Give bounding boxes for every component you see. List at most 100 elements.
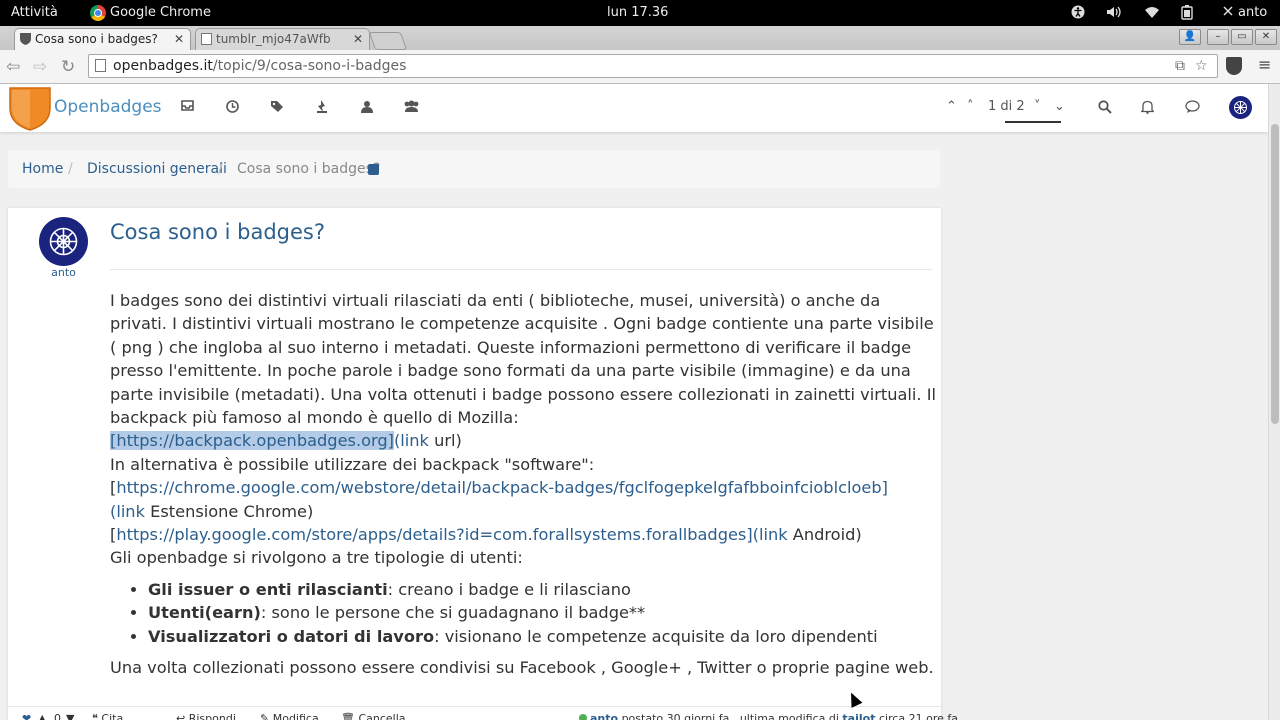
- extension-shield-icon[interactable]: [1226, 57, 1242, 75]
- new-tab-button[interactable]: [368, 32, 408, 50]
- list-item: Gli issuer o enti rilascianti: creano i …: [148, 578, 936, 601]
- popular-icon[interactable]: [314, 100, 330, 116]
- chrome-extension-link-paren[interactable]: (link: [110, 502, 145, 521]
- chrome-extension-link[interactable]: https://chrome.google.com/webstore/detai…: [116, 478, 888, 497]
- bookmark-star-icon[interactable]: ☆: [1195, 55, 1208, 77]
- post-body: I badges sono dei distintivi virtuali ri…: [110, 289, 936, 680]
- reply-label: Rispondi: [188, 712, 236, 720]
- address-bar[interactable]: openbadges.it/topic/9/cosa-sono-i-badges…: [88, 54, 1218, 78]
- user-avatar-icon[interactable]: [1229, 96, 1252, 119]
- tab-title: Cosa sono i badges?: [35, 32, 158, 46]
- meta-author-link[interactable]: anto: [590, 712, 618, 720]
- close-window-button[interactable]: ✕: [1255, 29, 1277, 45]
- breadcrumb-current: Cosa sono i badges?: [237, 161, 381, 177]
- brand-name[interactable]: Openbadges: [54, 97, 162, 117]
- user-types-list: Gli issuer o enti rilascianti: creano i …: [110, 578, 936, 648]
- pencil-icon: ✎: [260, 712, 273, 720]
- app-menu[interactable]: Google Chrome: [90, 0, 211, 26]
- breadcrumb-separator: /: [218, 161, 223, 177]
- clock[interactable]: lun 17.36: [607, 0, 668, 26]
- breadcrumb-separator: /: [68, 161, 73, 177]
- post-paragraph: I badges sono dei distintivi virtuali ri…: [110, 289, 936, 570]
- tab-inactive[interactable]: tumblr_mjo47aWfb ✕: [195, 28, 370, 50]
- minimize-window-button[interactable]: –: [1207, 29, 1229, 45]
- rss-icon[interactable]: [368, 164, 379, 175]
- profile-icon[interactable]: 👤: [1179, 29, 1201, 45]
- delete-label: Cancella: [358, 712, 406, 720]
- chrome-logo-icon: [90, 5, 106, 21]
- first-page-icon[interactable]: ⌃: [946, 99, 957, 114]
- backpack-link[interactable]: [https://backpack.openbadges.org]: [110, 431, 394, 451]
- close-tab-icon[interactable]: ✕: [353, 29, 363, 49]
- page-favicon-icon: [201, 33, 212, 45]
- scrollbar-thumb[interactable]: [1271, 124, 1279, 424]
- post-intro-text: I badges sono dei distintivi virtuali ri…: [110, 291, 936, 428]
- link-suffix: Android): [787, 525, 862, 545]
- title-divider: [110, 269, 932, 270]
- edit-button[interactable]: ✎ Modifica: [260, 712, 319, 720]
- tags-icon[interactable]: [269, 100, 285, 116]
- page-scrollbar[interactable]: [1268, 84, 1280, 720]
- page-content: Openbadges ⌃ ˄ 1 di 2 ˅ ⌄ Home / Discuss…: [0, 84, 1268, 720]
- back-button[interactable]: ⇦: [6, 57, 20, 77]
- alternative-text: In alternativa è possibile utilizzare de…: [110, 454, 595, 474]
- clock-icon[interactable]: [224, 100, 240, 116]
- chrome-menu-icon[interactable]: ≡: [1258, 55, 1271, 74]
- tab-active[interactable]: Cosa sono i badges? ✕: [14, 28, 191, 50]
- accessibility-icon[interactable]: [1071, 5, 1085, 21]
- reply-icon: ↩: [176, 712, 189, 720]
- browser-toolbar: ⇦ ⇨ ↻ openbadges.it/topic/9/cosa-sono-i-…: [0, 50, 1280, 84]
- user-menu-label[interactable]: anto: [1238, 0, 1267, 26]
- downvote-icon[interactable]: ▼: [66, 712, 74, 720]
- reload-button[interactable]: ↻: [61, 57, 75, 77]
- post-author-name[interactable]: anto: [39, 266, 88, 279]
- next-page-icon[interactable]: ˅: [1034, 99, 1041, 114]
- user-menu-icon[interactable]: [1222, 5, 1234, 21]
- delete-button[interactable]: 🗑 Cancella: [341, 712, 406, 720]
- post-footer: ❤ ▲ 0 ▼ ❝ Cita ↩ Rispondi ✎ Modifica 🗑 C…: [8, 706, 958, 720]
- post-title: Cosa sono i badges?: [110, 220, 325, 244]
- online-status-icon: [579, 714, 587, 720]
- breadcrumb: Home / Discussioni generali / Cosa sono …: [8, 150, 940, 188]
- meta-editor-link[interactable]: tailot: [842, 712, 875, 720]
- quote-label: Cita: [101, 712, 124, 720]
- list-item-bold: Visualizzatori o datori di lavoro: [148, 626, 435, 646]
- users-icon[interactable]: [403, 100, 419, 116]
- link-suffix: Estensione Chrome): [144, 501, 314, 521]
- forward-button[interactable]: ⇨: [33, 57, 47, 77]
- user-icon[interactable]: [359, 100, 375, 116]
- maximize-window-button[interactable]: ▭: [1231, 29, 1253, 45]
- chat-icon[interactable]: [1184, 100, 1200, 116]
- list-item-bold: Gli issuer o enti rilascianti: [148, 579, 388, 599]
- brand-logo-icon[interactable]: [8, 86, 52, 131]
- meta-edited-text: circa 21 ore fa: [878, 712, 959, 720]
- prev-page-icon[interactable]: ˄: [967, 99, 974, 114]
- translate-icon[interactable]: ⧉: [1175, 55, 1185, 77]
- wifi-icon[interactable]: [1144, 5, 1160, 21]
- post-meta: anto postato 30 giorni fa , ultima modif…: [579, 712, 958, 720]
- last-page-icon[interactable]: ⌄: [1054, 99, 1065, 114]
- breadcrumb-home-link[interactable]: Home: [22, 161, 63, 177]
- post-author-avatar[interactable]: [39, 217, 88, 266]
- android-app-link[interactable]: https://play.google.com/store/apps/detai…: [116, 525, 787, 544]
- page-indicator[interactable]: 1 di 2: [988, 99, 1025, 114]
- reply-button[interactable]: ↩ Rispondi: [176, 712, 236, 720]
- url-path: /topic/9/cosa-sono-i-badges: [212, 58, 407, 74]
- list-item-text: : visionano le competenze acquisite da l…: [434, 626, 878, 646]
- close-tab-icon[interactable]: ✕: [174, 29, 184, 49]
- backpack-link-paren[interactable]: (link: [394, 431, 429, 450]
- inbox-icon[interactable]: [179, 100, 195, 116]
- search-icon[interactable]: [1097, 100, 1113, 116]
- notifications-bell-icon[interactable]: [1139, 100, 1155, 116]
- heart-icon[interactable]: ❤: [22, 712, 31, 720]
- upvote-icon[interactable]: ▲: [38, 712, 46, 720]
- volume-icon[interactable]: [1106, 5, 1122, 21]
- breadcrumb-category-link[interactable]: Discussioni generali: [87, 161, 227, 177]
- quote-button[interactable]: ❝ Cita: [92, 712, 123, 720]
- activities-button[interactable]: Attività: [11, 0, 58, 26]
- list-item: Utenti(earn): sono le persone che si gua…: [148, 601, 936, 624]
- battery-icon[interactable]: [1181, 5, 1193, 21]
- tab-strip: Cosa sono i badges? ✕ tumblr_mjo47aWfb ✕…: [0, 26, 1280, 50]
- app-menu-label: Google Chrome: [110, 5, 211, 20]
- list-item-text: : sono le persone che si guadagnano il b…: [260, 603, 646, 623]
